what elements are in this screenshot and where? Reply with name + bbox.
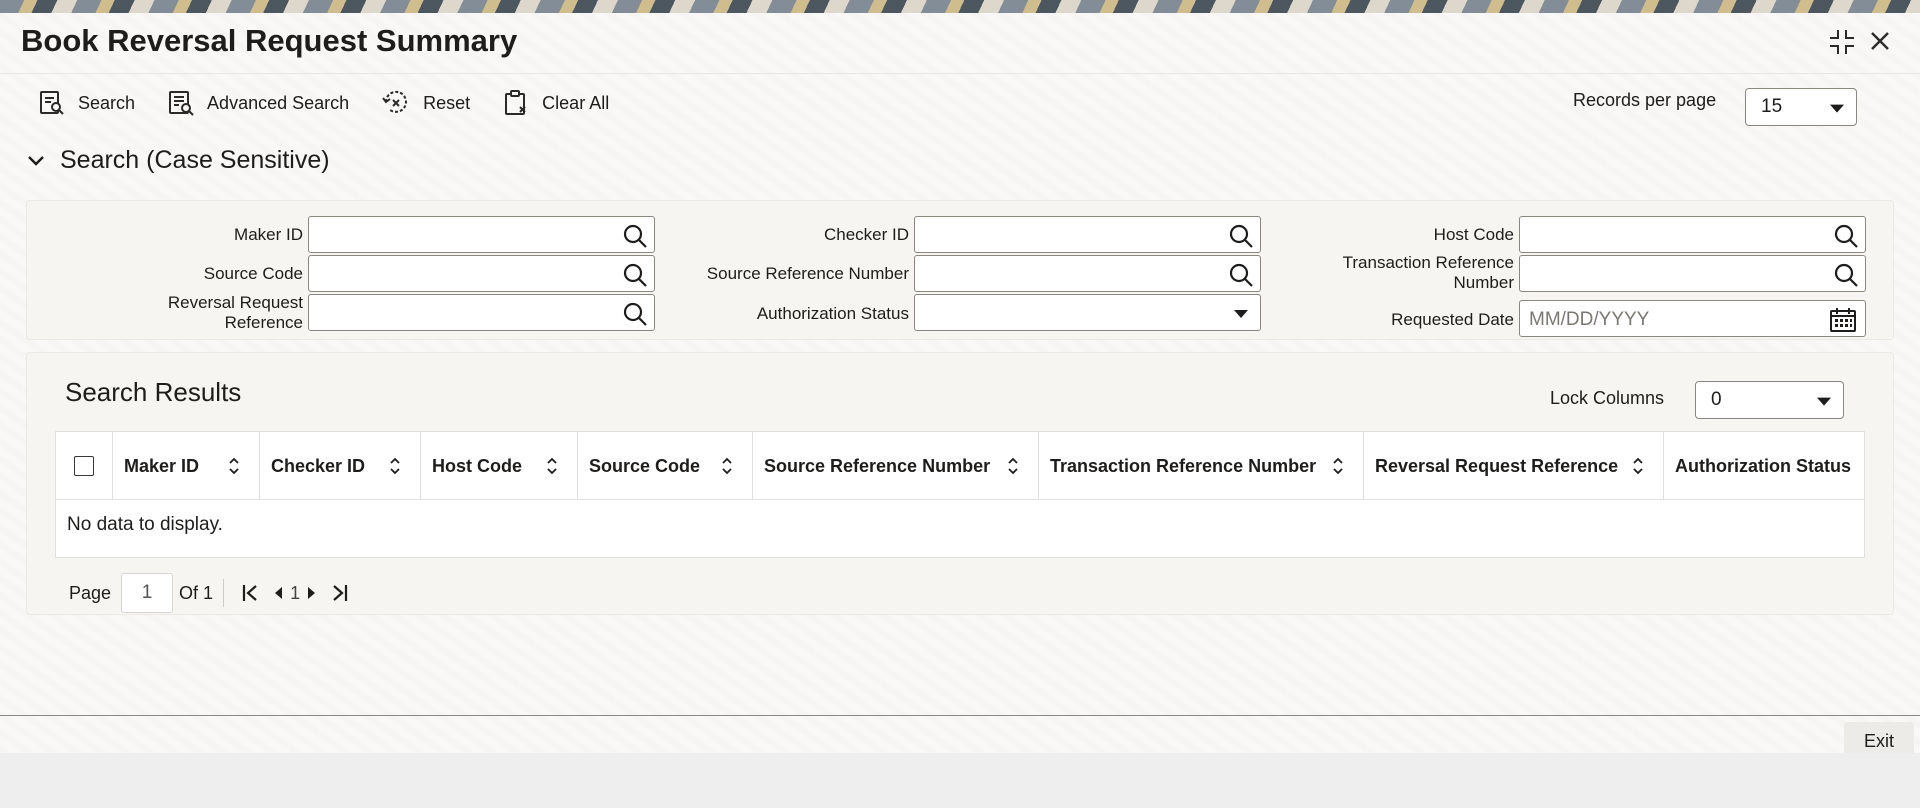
search-icon[interactable] [1833, 262, 1859, 288]
host-code-input[interactable] [1519, 216, 1866, 253]
transaction-reference-number-label: Transaction Reference Number [1287, 253, 1514, 293]
results-table: Maker ID Checker ID Host Code Source Cod… [55, 431, 1865, 558]
records-per-page-value: 15 [1761, 96, 1783, 117]
column-header-maker-id[interactable]: Maker ID [113, 432, 260, 500]
source-reference-number-label: Source Reference Number [706, 264, 909, 283]
clipboard-clear-icon [505, 90, 526, 115]
search-icon[interactable] [1228, 223, 1254, 249]
source-code-input[interactable] [308, 255, 655, 292]
column-header-checker-id[interactable]: Checker ID [260, 432, 421, 500]
select-all-checkbox[interactable] [74, 456, 94, 476]
transaction-reference-number-input[interactable] [1519, 255, 1866, 292]
maker-id-label: Maker ID [234, 225, 303, 244]
page-of-label: Of 1 [179, 582, 214, 603]
footer-divider [0, 715, 1920, 716]
summary-window: Book Reversal Request Summary Search Adv… [0, 13, 1920, 760]
search-criteria-panel: Maker ID Checker ID Host Code Source Cod… [26, 200, 1894, 340]
toolbar: Search Advanced Search Reset Clear All [38, 85, 641, 121]
checker-id-input[interactable] [914, 216, 1261, 253]
column-header-source-code[interactable]: Source Code [578, 432, 753, 500]
search-section-toggle[interactable]: Search (Case Sensitive) [26, 146, 330, 175]
page-number-label: 1 [290, 582, 301, 603]
chevron-down-icon [28, 155, 44, 166]
search-icon[interactable] [622, 223, 648, 249]
sort-icon[interactable] [1006, 457, 1020, 475]
sort-icon[interactable] [227, 457, 241, 475]
source-reference-number-input[interactable] [914, 255, 1261, 292]
search-icon[interactable] [622, 301, 648, 327]
authorization-status-select[interactable] [914, 294, 1261, 331]
calendar-icon[interactable] [1829, 306, 1857, 334]
sort-icon[interactable] [388, 457, 402, 475]
reversal-request-reference-label-line1: Reversal Request [167, 293, 303, 312]
page-number-input[interactable]: 1 [121, 573, 174, 613]
sort-icon[interactable] [1631, 457, 1645, 475]
bottom-bar [0, 753, 1920, 808]
lock-columns-value: 0 [1711, 389, 1722, 410]
top-banner-strip [0, 0, 1920, 13]
collapse-icon[interactable] [1827, 27, 1857, 57]
search-button[interactable]: Search [38, 89, 135, 117]
column-header-transaction-reference-number[interactable]: Transaction Reference Number [1039, 432, 1364, 500]
column-header-host-code[interactable]: Host Code [421, 432, 578, 500]
lock-columns-label: Lock Columns [1550, 388, 1665, 408]
records-per-page-label: Records per page [1573, 90, 1717, 110]
search-icon[interactable] [1833, 223, 1859, 249]
column-header-reversal-request-reference[interactable]: Reversal Request Reference [1364, 432, 1664, 500]
sort-icon[interactable] [720, 457, 734, 475]
search-icon[interactable] [622, 262, 648, 288]
first-page-icon[interactable] [241, 583, 259, 603]
advanced-search-button[interactable]: Advanced Search [167, 89, 349, 117]
reset-button-label: Reset [423, 92, 471, 113]
search-doc-icon [40, 91, 64, 115]
advanced-search-button-label: Advanced Search [207, 92, 350, 113]
chevron-down-icon [1817, 397, 1831, 406]
search-button-label: Search [78, 92, 136, 113]
reversal-request-reference-input[interactable] [308, 294, 655, 331]
clear-all-button[interactable]: Clear All [502, 89, 609, 117]
clear-all-button-label: Clear All [542, 92, 610, 113]
column-header-authorization-status[interactable]: Authorization Status [1664, 432, 1864, 500]
reversal-request-reference-label: Reversal Request Reference [107, 293, 303, 333]
last-page-icon[interactable] [331, 583, 349, 603]
authorization-status-label: Authorization Status [756, 304, 909, 323]
chevron-down-icon [1234, 310, 1248, 318]
lock-columns-select[interactable]: 0 [1695, 381, 1844, 419]
previous-page-icon[interactable] [273, 586, 283, 600]
requested-date-label: Requested Date [1391, 310, 1514, 329]
reset-button[interactable]: Reset [381, 89, 470, 117]
column-header-source-reference-number[interactable]: Source Reference Number [753, 432, 1039, 500]
empty-table-message: No data to display. [67, 514, 223, 535]
page-title: Book Reversal Request Summary [21, 23, 518, 58]
search-icon[interactable] [1228, 262, 1254, 288]
next-page-icon[interactable] [307, 586, 317, 600]
requested-date-input[interactable]: MM/DD/YYYY [1519, 300, 1866, 337]
sort-icon[interactable] [545, 457, 559, 475]
host-code-label: Host Code [1433, 225, 1514, 244]
title-divider [0, 73, 1920, 74]
checker-id-label: Checker ID [823, 225, 909, 244]
sort-icon[interactable] [1331, 457, 1345, 475]
select-all-column [56, 432, 113, 500]
page-label: Page [69, 582, 112, 603]
chevron-down-icon [1830, 104, 1844, 113]
requested-date-placeholder: MM/DD/YYYY [1529, 309, 1650, 330]
reset-icon [382, 90, 408, 113]
reversal-request-reference-label-line2: Reference [224, 313, 303, 332]
records-per-page-select[interactable]: 15 [1745, 88, 1857, 126]
pagination: Page 1 Of 1 1 [69, 573, 356, 613]
transaction-reference-number-label-line1: Transaction Reference [1342, 253, 1514, 272]
maker-id-input[interactable] [308, 216, 655, 253]
advanced-search-icon [169, 91, 194, 116]
source-code-label: Source Code [203, 264, 303, 283]
search-section-title: Search (Case Sensitive) [60, 146, 330, 174]
search-results-title: Search Results [65, 377, 242, 407]
table-header-row: Maker ID Checker ID Host Code Source Cod… [56, 432, 1864, 500]
transaction-reference-number-label-line2: Number [1453, 273, 1514, 292]
close-icon[interactable] [1866, 27, 1894, 55]
pager-divider [223, 579, 225, 607]
